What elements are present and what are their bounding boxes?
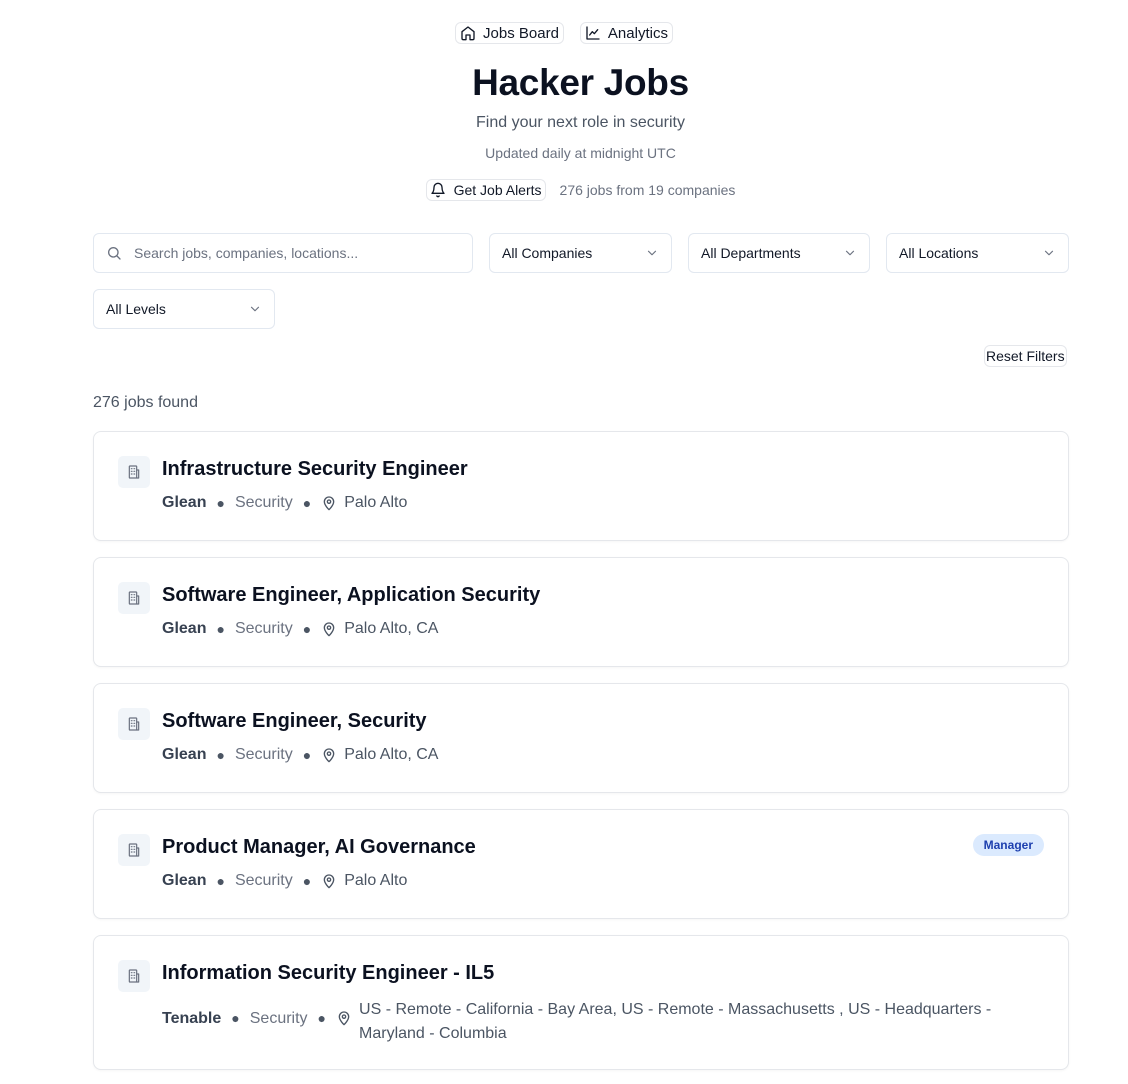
job-department: Security (234, 872, 293, 889)
level-badge: Manager (972, 834, 1044, 856)
results-count: 276 jobs found (93, 394, 198, 411)
home-icon (461, 26, 475, 41)
job-card[interactable]: Software Engineer, Security Glean ● Secu… (93, 683, 1069, 793)
company-select-value: All Companies (502, 245, 593, 261)
search-icon (108, 247, 121, 260)
top-nav: Jobs Board Analytics (0, 22, 1128, 44)
job-location: Palo Alto (344, 494, 408, 511)
chevron-down-icon (845, 250, 855, 256)
separator-dot: ● (302, 621, 312, 637)
job-meta: Glean ● Security ● Palo Alto (162, 494, 407, 512)
chevron-down-icon (1044, 250, 1054, 256)
company-logo (118, 582, 150, 614)
job-location: US - Remote - California - Bay Area, US … (359, 1001, 992, 1042)
building-icon (128, 969, 140, 983)
job-meta: Glean ● Security ● Palo Alto (162, 872, 407, 890)
separator-dot: ● (216, 621, 225, 637)
job-department: Security (234, 620, 293, 637)
get-job-alerts-button[interactable]: Get Job Alerts (425, 179, 546, 201)
separator-dot: ● (216, 747, 225, 763)
separator-dot: ● (231, 1010, 240, 1026)
job-title[interactable]: Software Engineer, Security (162, 710, 427, 733)
job-title[interactable]: Infrastructure Security Engineer (162, 458, 468, 481)
company-logo (118, 960, 150, 992)
search-box[interactable] (93, 233, 473, 273)
job-department: Security (234, 494, 293, 511)
map-pin-icon (338, 1011, 350, 1026)
level-select[interactable]: All Levels (93, 289, 275, 329)
job-stats: 276 jobs from 19 companies (559, 182, 736, 198)
location-select[interactable]: All Locations (886, 233, 1069, 273)
job-meta: Glean ● Security ● Palo Alto, CA (162, 620, 438, 638)
building-icon (128, 843, 140, 857)
job-meta: Tenable ● Security ● US - Remote - Calif… (162, 998, 1049, 1046)
building-icon (128, 465, 140, 479)
job-meta: Glean ● Security ● Palo Alto, CA (162, 746, 438, 764)
map-pin-icon (323, 622, 335, 637)
chevron-down-icon (250, 306, 260, 312)
separator-dot: ● (216, 495, 225, 511)
map-pin-icon (323, 748, 335, 763)
job-card[interactable]: Infrastructure Security Engineer Glean ●… (93, 431, 1069, 541)
job-title[interactable]: Information Security Engineer - IL5 (162, 962, 494, 985)
company-logo (118, 456, 150, 488)
job-company: Tenable (162, 1010, 222, 1027)
map-pin-icon (323, 496, 335, 511)
job-card[interactable]: Software Engineer, Application Security … (93, 557, 1069, 667)
company-logo (118, 708, 150, 740)
separator-dot: ● (302, 495, 312, 511)
alerts-row: Get Job Alerts 276 jobs from 19 companie… (0, 179, 1128, 201)
separator-dot: ● (317, 1010, 327, 1026)
job-location: Palo Alto, CA (344, 620, 439, 637)
separator-dot: ● (302, 747, 312, 763)
job-company: Glean (162, 620, 207, 637)
nav-jobs-board-label: Jobs Board (483, 24, 559, 42)
page-subtitle: Find your next role in security (476, 114, 685, 131)
nav-analytics-label: Analytics (607, 24, 668, 42)
job-location: Palo Alto, CA (344, 746, 439, 763)
company-select[interactable]: All Companies (489, 233, 672, 273)
map-pin-icon (323, 874, 335, 889)
page-title: Hacker Jobs (472, 62, 689, 103)
job-department: Security (234, 746, 293, 763)
job-card[interactable]: Product Manager, AI Governance Manager G… (93, 809, 1069, 919)
separator-dot: ● (216, 873, 225, 889)
building-icon (128, 717, 140, 731)
department-select[interactable]: All Departments (688, 233, 870, 273)
job-title[interactable]: Software Engineer, Application Security (162, 584, 540, 607)
nav-analytics[interactable]: Analytics (579, 22, 673, 44)
bell-icon (430, 182, 445, 198)
job-company: Glean (162, 494, 207, 511)
building-icon (128, 591, 140, 605)
job-title[interactable]: Product Manager, AI Governance (162, 836, 476, 859)
update-note: Updated daily at midnight UTC (485, 145, 676, 161)
company-logo (118, 834, 150, 866)
job-company: Glean (162, 872, 207, 889)
location-select-value: All Locations (899, 245, 979, 261)
chevron-down-icon (647, 250, 657, 256)
department-select-value: All Departments (701, 245, 801, 261)
job-card[interactable]: Information Security Engineer - IL5 Tena… (93, 935, 1069, 1070)
job-department: Security (249, 1010, 308, 1027)
reset-filters-button[interactable]: Reset Filters (984, 345, 1067, 367)
job-location: Palo Alto (344, 872, 408, 889)
level-select-value: All Levels (106, 301, 166, 317)
separator-dot: ● (302, 873, 312, 889)
search-input[interactable] (134, 245, 454, 261)
chart-line-icon (586, 26, 600, 40)
job-company: Glean (162, 746, 207, 763)
get-job-alerts-label: Get Job Alerts (453, 182, 542, 198)
nav-jobs-board[interactable]: Jobs Board (455, 22, 564, 44)
